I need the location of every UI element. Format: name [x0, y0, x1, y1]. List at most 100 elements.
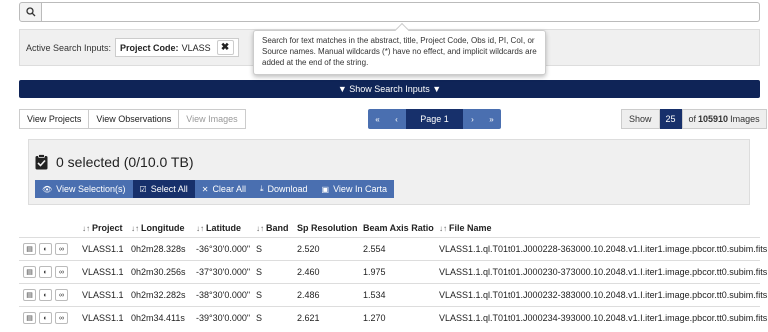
download-button[interactable]: ⤓ Download [252, 180, 315, 198]
cell-file-name: VLASS1.1.ql.T01t01.J000232-383000.10.204… [439, 290, 768, 300]
filter-chip: Project Code: VLASS ✖ [115, 38, 239, 57]
col-latitude-label: Latitude [206, 222, 241, 233]
row-actions: ▤ ◐ ∞ [19, 266, 82, 278]
cell-band: S [256, 267, 263, 277]
table-row: ▤ ◐ ∞ VLASS1.1 0h2m30.256s -37°30'0.000"… [19, 260, 768, 283]
current-page: Page 1 [406, 109, 463, 129]
remove-filter-button[interactable]: ✖ [216, 40, 234, 55]
select-all-button[interactable]: ☑ Select All [132, 180, 195, 198]
check-square-icon: ☑ [139, 184, 147, 194]
image-icon: ▣ [321, 184, 330, 194]
cell-file-name: VLASS1.1.ql.T01t01.J000230-373000.10.204… [439, 267, 768, 277]
col-project[interactable]: ↓↑ Project [82, 223, 131, 233]
link-icon[interactable]: ∞ [55, 266, 68, 278]
selection-actions: 👁 View Selection(s) ☑ Select All ✕ Clear… [35, 180, 394, 198]
view-selections-button[interactable]: 👁 View Selection(s) [35, 180, 133, 198]
tooltip-arrow [394, 22, 410, 38]
last-page-button[interactable]: » [482, 109, 501, 129]
total-number: 105910 [698, 114, 729, 124]
total-count: of 105910 Images [681, 109, 767, 129]
row-actions: ▤ ◐ ∞ [19, 312, 82, 324]
of-label: of [688, 114, 697, 124]
active-search-inputs-label: Active Search Inputs: [26, 42, 112, 53]
select-all-label: Select All [150, 184, 188, 194]
cell-longitude: 0h2m28.328s [131, 244, 186, 254]
col-file-name[interactable]: ↓↑ File Name [439, 223, 760, 233]
table-header: ↓↑ Project ↓↑ Longitude ↓↑ Latitude ↓↑ Band … [19, 218, 760, 237]
total-unit: Images [730, 114, 760, 124]
col-longitude[interactable]: ↓↑ Longitude [131, 223, 196, 233]
table-row: ▤ ◐ ∞ VLASS1.1 0h2m28.328s -36°30'0.000"… [19, 237, 768, 260]
tab-view-observations[interactable]: View Observations [89, 109, 180, 129]
sort-icon: ↓↑ [82, 223, 90, 233]
tooltip-text: Search for text matches in the abstract,… [262, 36, 537, 67]
view-tabs: View Projects View Observations View Ima… [19, 109, 246, 129]
clear-all-button[interactable]: ✕ Clear All [194, 180, 253, 198]
link-icon[interactable]: ∞ [55, 243, 68, 255]
selection-summary: 0 selected (0/10.0 TB) [35, 154, 193, 170]
globe-icon[interactable]: ◐ [39, 266, 52, 278]
cell-band: S [256, 313, 263, 323]
filter-chip-key: Project Code: [120, 42, 179, 53]
clear-all-label: Clear All [212, 184, 246, 194]
col-beam-axis-ratio: Beam Axis Ratio [363, 223, 439, 233]
eye-icon: 👁 [42, 184, 53, 194]
clipboard-icon[interactable]: ▤ [23, 289, 36, 301]
table-row: ▤ ◐ ∞ VLASS1.1 0h2m34.411s -39°30'0.000"… [19, 306, 768, 329]
globe-icon[interactable]: ◐ [39, 289, 52, 301]
cell-beam-axis-ratio: 1.534 [363, 290, 386, 300]
col-band-label: Band [266, 222, 289, 233]
view-in-carta-button[interactable]: ▣ View In Carta [314, 180, 394, 198]
tab-view-images[interactable]: View Images [179, 109, 246, 129]
globe-icon[interactable]: ◐ [39, 243, 52, 255]
selection-title: 0 selected (0/10.0 TB) [56, 154, 194, 170]
cell-longitude: 0h2m34.411s [131, 313, 185, 323]
col-band[interactable]: ↓↑ Band [256, 223, 297, 233]
cell-latitude: -37°30'0.000" [196, 267, 251, 277]
col-file-name-label: File Name [449, 222, 492, 233]
cell-latitude: -36°30'0.000" [196, 244, 251, 254]
search-bar [19, 2, 760, 22]
col-project-label: Project [92, 222, 123, 233]
prev-page-button[interactable]: ‹ [387, 109, 406, 129]
globe-icon[interactable]: ◐ [39, 312, 52, 324]
sort-icon: ↓↑ [439, 223, 447, 233]
cell-sp-resolution: 2.460 [297, 267, 320, 277]
search-icon [25, 7, 35, 17]
page-size-select[interactable]: 25 [659, 109, 682, 129]
cell-sp-resolution: 2.486 [297, 290, 320, 300]
link-icon[interactable]: ∞ [55, 312, 68, 324]
cell-file-name: VLASS1.1.ql.T01t01.J000228-363000.10.204… [439, 244, 768, 254]
cell-band: S [256, 244, 263, 254]
sort-icon: ↓↑ [131, 223, 139, 233]
clipboard-icon[interactable]: ▤ [23, 266, 36, 278]
show-search-inputs-toggle[interactable]: ▼ Show Search Inputs ▼ [19, 80, 760, 98]
cell-project: VLASS1.1 [82, 290, 124, 300]
cell-file-name: VLASS1.1.ql.T01t01.J000234-393000.10.204… [439, 313, 768, 323]
selection-panel: 0 selected (0/10.0 TB) 👁 View Selection(… [28, 139, 750, 205]
search-input[interactable] [42, 2, 760, 22]
col-latitude[interactable]: ↓↑ Latitude [196, 223, 256, 233]
clipboard-icon[interactable]: ▤ [23, 243, 36, 255]
tab-view-projects[interactable]: View Projects [19, 109, 90, 129]
clipboard-check-icon [35, 154, 48, 170]
cell-band: S [256, 290, 263, 300]
cell-beam-axis-ratio: 1.975 [363, 267, 386, 277]
next-page-button[interactable]: › [463, 109, 482, 129]
search-button[interactable] [19, 2, 42, 22]
cell-longitude: 0h2m32.282s [131, 290, 186, 300]
clipboard-icon[interactable]: ▤ [23, 312, 36, 324]
col-beam-axis-ratio-label: Beam Axis Ratio [363, 222, 434, 233]
link-icon[interactable]: ∞ [55, 289, 68, 301]
pagination: « ‹ Page 1 › » [368, 109, 501, 129]
sort-icon: ↓↑ [196, 223, 204, 233]
row-actions: ▤ ◐ ∞ [19, 243, 82, 255]
table-row: ▤ ◐ ∞ VLASS1.1 0h2m32.282s -38°30'0.000"… [19, 283, 768, 306]
cell-beam-axis-ratio: 1.270 [363, 313, 386, 323]
cell-project: VLASS1.1 [82, 267, 124, 277]
cell-project: VLASS1.1 [82, 244, 124, 254]
first-page-button[interactable]: « [368, 109, 387, 129]
col-longitude-label: Longitude [141, 222, 185, 233]
download-label: Download [267, 184, 308, 194]
download-icon: ⤓ [259, 184, 264, 193]
